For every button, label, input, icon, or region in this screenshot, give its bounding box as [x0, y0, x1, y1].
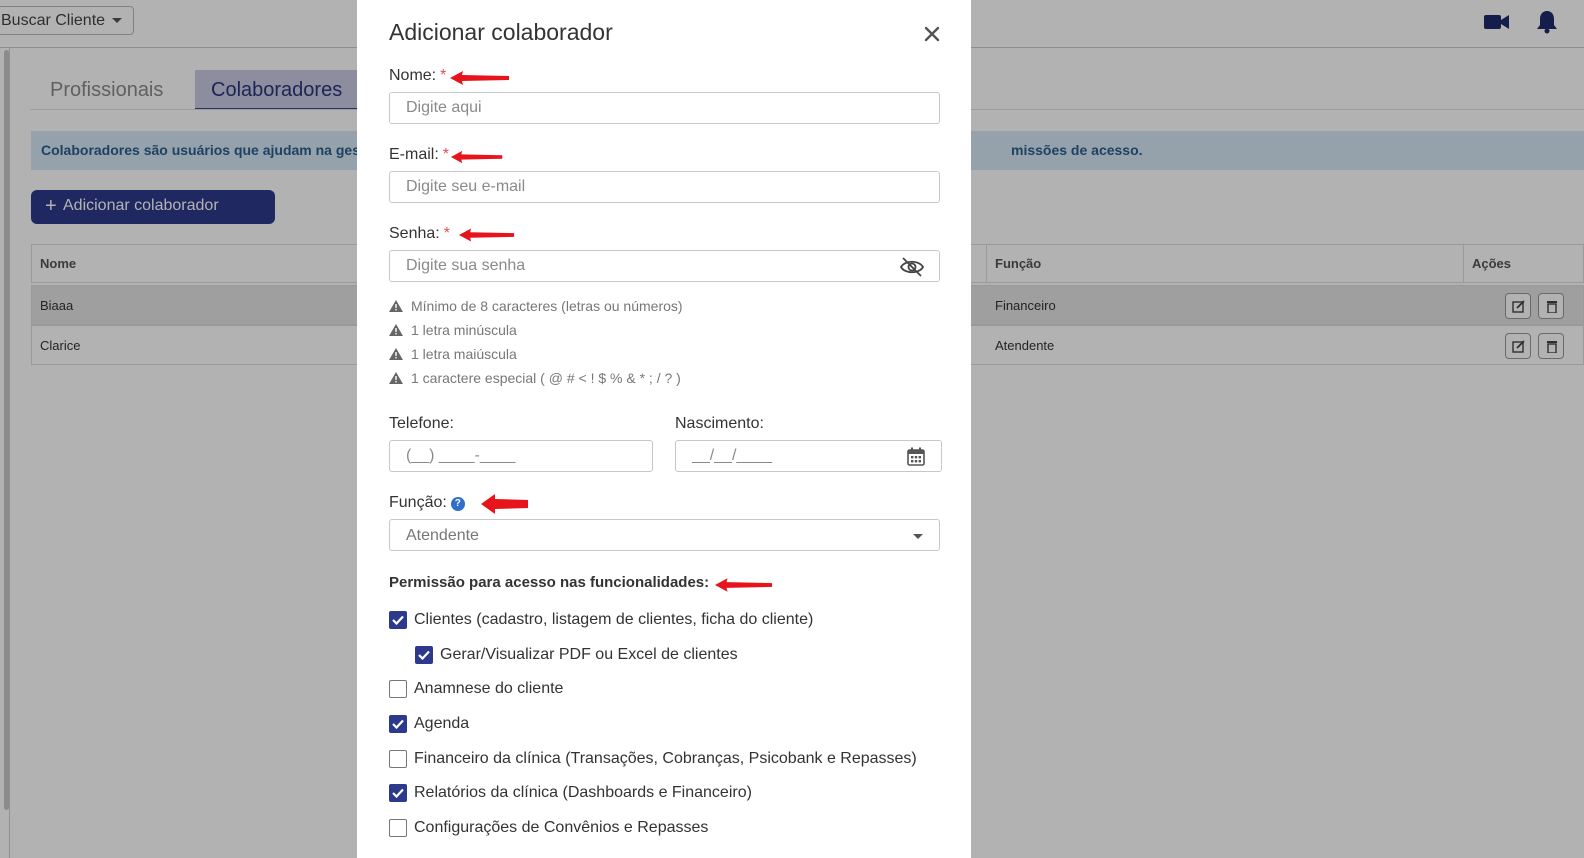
permission-label: Clientes (cadastro, listagem de clientes… [414, 611, 814, 628]
password-field[interactable] [389, 250, 940, 282]
check-icon [392, 719, 404, 729]
annotation-arrow [714, 578, 773, 592]
checkbox[interactable] [389, 750, 407, 768]
checkbox[interactable] [389, 611, 407, 629]
close-icon[interactable] [922, 24, 942, 44]
chevron-down-icon [913, 534, 923, 539]
phone-label: Telefone: [389, 415, 454, 432]
annotation-arrow [450, 150, 503, 164]
warning-icon [389, 300, 403, 312]
permission-label: Agenda [414, 715, 470, 732]
birth-input[interactable] [676, 441, 941, 471]
checkbox[interactable] [415, 646, 433, 664]
password-rule: Mínimo de 8 caracteres (letras ou número… [389, 298, 683, 314]
check-icon [392, 615, 404, 625]
email-input[interactable] [390, 172, 939, 202]
role-select[interactable]: Atendente [389, 519, 940, 551]
phone-field[interactable] [389, 440, 653, 472]
email-label: E-mail: * [389, 146, 450, 163]
password-rule: 1 letra minúscula [389, 322, 517, 338]
help-icon[interactable]: ? [450, 497, 465, 511]
password-input[interactable] [390, 251, 939, 281]
birth-field[interactable] [675, 440, 942, 472]
permission-label: Configurações de Convênios e Repasses [414, 819, 709, 836]
birth-label: Nascimento: [675, 415, 764, 432]
password-rule: 1 letra maiúscula [389, 346, 517, 362]
permissions-title: Permissão para acesso nas funcionalidade… [389, 574, 710, 591]
checkbox[interactable] [389, 715, 407, 733]
warning-icon [389, 348, 403, 360]
permission-label: Gerar/Visualizar PDF ou Excel de cliente… [440, 646, 738, 663]
permission-label: Anamnese do cliente [414, 680, 564, 697]
annotation-arrow [450, 71, 509, 85]
role-select-value: Atendente [406, 527, 479, 544]
check-icon [418, 650, 430, 660]
modal-title: Adicionar colaborador [389, 19, 613, 45]
name-field[interactable] [389, 92, 940, 124]
required-mark: * [443, 225, 450, 242]
annotation-arrow [481, 494, 528, 514]
annotation-arrow [458, 228, 515, 242]
add-collaborator-modal: Adicionar colaborador Nome:* E-mail:* Se… [357, 0, 971, 858]
check-icon [392, 788, 404, 798]
checkbox[interactable] [389, 819, 407, 837]
checkbox[interactable] [389, 784, 407, 802]
required-mark: * [442, 146, 450, 163]
name-label: Nome: * [389, 67, 447, 84]
password-label: Senha: * [389, 225, 450, 242]
permission-label: Relatórios da clínica (Dashboards e Fina… [414, 784, 752, 801]
warning-icon [389, 372, 403, 384]
required-mark: * [440, 67, 447, 84]
eye-off-icon[interactable] [899, 256, 925, 278]
warning-icon [389, 324, 403, 336]
name-input[interactable] [390, 93, 939, 123]
role-label: Função:? [389, 494, 465, 512]
password-rule: 1 caractere especial ( @ # < ! $ % & * ;… [389, 370, 681, 386]
phone-input[interactable] [390, 441, 652, 471]
email-field[interactable] [389, 171, 940, 203]
permission-label: Financeiro da clínica (Transações, Cobra… [414, 750, 917, 767]
calendar-icon[interactable] [907, 447, 925, 466]
checkbox[interactable] [389, 680, 407, 698]
